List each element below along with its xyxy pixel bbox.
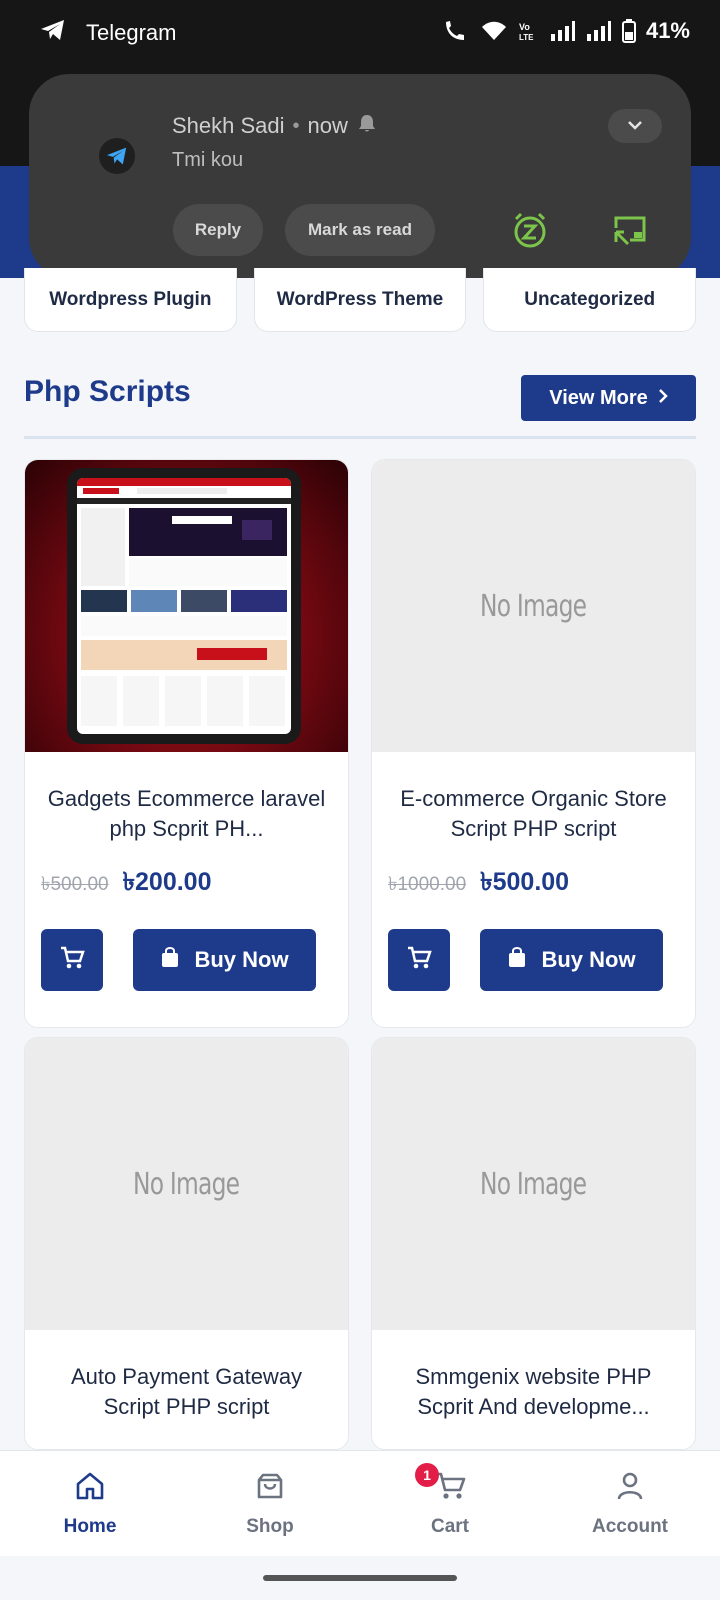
picture-in-picture-button[interactable] — [610, 210, 650, 250]
nav-account[interactable]: Account — [540, 1451, 720, 1556]
home-indicator[interactable] — [263, 1575, 457, 1581]
wifi-call-icon — [442, 19, 470, 43]
section-title: Php Scripts — [24, 375, 191, 408]
nav-label: Account — [592, 1515, 668, 1537]
nav-shop[interactable]: Shop — [180, 1451, 360, 1556]
nav-cart[interactable]: 1 Cart — [360, 1451, 540, 1556]
nav-home[interactable]: Home — [0, 1451, 180, 1556]
telegram-icon — [99, 138, 135, 174]
expand-button[interactable] — [608, 109, 662, 143]
no-image-placeholder: No Image — [133, 1166, 240, 1202]
chevron-down-icon — [627, 117, 643, 135]
notification-card[interactable]: Shekh Sadi • now Tmi kou Reply Mark as r… — [29, 74, 691, 278]
status-icons: Vo LTE 41% — [442, 18, 690, 44]
home-icon — [74, 1470, 106, 1508]
product-card[interactable]: Gadgets Ecommerce laravel php Scprit PH.… — [24, 459, 349, 1028]
product-actions: Buy Now — [372, 905, 695, 1027]
notification-time: now — [307, 113, 348, 138]
reply-button[interactable]: Reply — [173, 204, 263, 256]
product-card[interactable]: No Image E-commerce Organic Store Script… — [371, 459, 696, 1028]
product-card[interactable]: No Image Auto Payment Gateway Script PHP… — [24, 1037, 349, 1450]
telegram-icon — [40, 18, 66, 48]
product-old-price: ৳1000.00 — [388, 874, 467, 895]
buy-now-label: Buy Now — [194, 947, 289, 972]
no-image-placeholder: No Image — [480, 1166, 587, 1202]
shopping-bag-icon — [160, 946, 180, 974]
view-more-button[interactable]: View More — [521, 375, 696, 421]
product-price: ৳200.00 — [122, 868, 212, 896]
cart-badge: 1 — [415, 1463, 439, 1487]
notification-sender: Shekh Sadi — [172, 113, 285, 138]
buy-now-button[interactable]: Buy Now — [480, 929, 663, 991]
bell-icon — [356, 112, 378, 140]
add-to-cart-button[interactable] — [388, 929, 450, 991]
bottom-navigation: Home Shop 1 Cart Account — [0, 1450, 720, 1556]
svg-text:Vo: Vo — [519, 22, 530, 32]
chevron-right-icon — [658, 387, 668, 410]
product-title[interactable]: Smmgenix website PHP Scprit And developm… — [372, 1330, 695, 1422]
category-chip[interactable]: Wordpress Plugin — [24, 268, 237, 332]
product-title[interactable]: Auto Payment Gateway Script PHP script — [25, 1330, 348, 1422]
tablet-mockup — [67, 468, 301, 744]
battery-icon — [621, 19, 636, 43]
volte-icon: Vo LTE — [518, 20, 540, 42]
website-preview-graphic — [77, 478, 291, 726]
product-title[interactable]: E-commerce Organic Store Script PHP scri… — [372, 752, 695, 844]
no-image-placeholder: No Image — [480, 588, 587, 624]
nav-label: Shop — [246, 1515, 294, 1537]
snooze-button[interactable] — [510, 210, 550, 250]
notification-message: Tmi kou — [172, 149, 244, 171]
product-prices: ৳500.00 ৳200.00 — [25, 844, 348, 905]
add-to-cart-button[interactable] — [41, 929, 103, 991]
shopping-bag-icon — [507, 946, 527, 974]
pip-icon — [610, 216, 650, 254]
product-title[interactable]: Gadgets Ecommerce laravel php Scprit PH.… — [25, 752, 348, 844]
nav-label: Home — [63, 1515, 117, 1537]
signal-icon — [550, 20, 576, 42]
signal-icon — [586, 20, 612, 42]
status-app-name: Telegram — [86, 20, 177, 45]
product-price: ৳500.00 — [480, 868, 570, 896]
product-image[interactable]: No Image — [25, 1038, 348, 1330]
status-bar: Telegram Vo LTE 41% — [0, 0, 720, 66]
cart-icon — [406, 945, 432, 976]
status-app: Telegram — [40, 18, 176, 48]
product-photo — [25, 460, 348, 752]
cart-icon — [59, 945, 85, 976]
product-card[interactable]: No Image Smmgenix website PHP Scprit And… — [371, 1037, 696, 1450]
product-old-price: ৳500.00 — [41, 874, 109, 895]
mark-as-read-button[interactable]: Mark as read — [285, 204, 435, 256]
product-image[interactable]: No Image — [372, 460, 695, 752]
buy-now-label: Buy Now — [541, 947, 636, 972]
shop-icon — [254, 1470, 286, 1508]
category-chip[interactable]: Uncategorized — [483, 268, 697, 332]
section-divider — [24, 436, 696, 439]
notification-separator: • — [292, 114, 300, 137]
account-icon — [614, 1470, 646, 1508]
view-more-label: View More — [549, 386, 648, 409]
product-image[interactable] — [25, 460, 348, 752]
notification-header: Shekh Sadi • now — [172, 112, 378, 140]
category-chip[interactable]: WordPress Theme — [253, 268, 467, 332]
product-image[interactable]: No Image — [372, 1038, 695, 1330]
battery-level: 41% — [645, 18, 690, 43]
product-actions: Buy Now — [25, 905, 348, 1027]
nav-label: Cart — [430, 1515, 469, 1537]
snooze-icon — [510, 212, 550, 254]
category-row: Wordpress Plugin WordPress Theme Uncateg… — [24, 268, 697, 332]
buy-now-button[interactable]: Buy Now — [133, 929, 316, 991]
product-prices: ৳1000.00 ৳500.00 — [372, 844, 695, 905]
wifi-icon — [480, 20, 508, 42]
svg-text:LTE: LTE — [519, 33, 534, 42]
